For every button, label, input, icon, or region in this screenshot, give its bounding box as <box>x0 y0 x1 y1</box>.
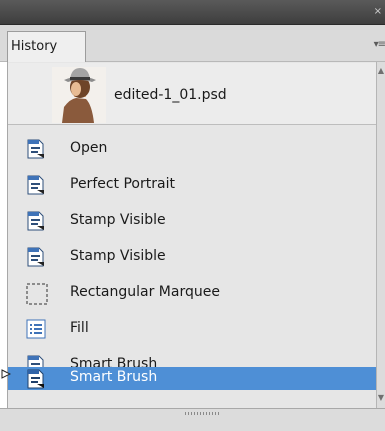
tab-bar: History ▾≡ <box>0 25 385 62</box>
list-icon <box>26 319 46 339</box>
marquee-icon <box>26 283 48 305</box>
history-item-label: Stamp Visible <box>70 248 166 264</box>
history-item-stamp-visible[interactable]: Stamp Visible <box>8 203 376 239</box>
history-item-label: Smart Brush <box>70 369 158 385</box>
photo-thumbnail-icon <box>52 67 106 123</box>
history-item-label: Open <box>70 140 108 156</box>
history-item-stamp-visible[interactable]: Stamp Visible <box>8 239 376 275</box>
scroll-down-icon[interactable]: ▼ <box>378 393 384 402</box>
history-item-fill[interactable]: Fill <box>8 311 376 347</box>
history-state-pointer-icon[interactable] <box>1 368 12 379</box>
scrollbar[interactable] <box>376 62 385 408</box>
snapshot-row[interactable]: edited-1_01.psd <box>8 63 376 125</box>
tab-history[interactable]: History <box>7 31 86 62</box>
scroll-up-icon[interactable]: ▲ <box>378 66 384 75</box>
document-icon <box>26 211 46 231</box>
history-item-label: Rectangular Marquee <box>70 284 220 300</box>
history-item-rectangular-marquee[interactable]: Rectangular Marquee <box>8 275 376 311</box>
document-icon <box>26 369 46 389</box>
history-item-smart-brush-selected[interactable]: Smart Brush <box>8 367 376 390</box>
history-item-open[interactable]: Open <box>8 131 376 167</box>
close-icon[interactable]: × <box>374 6 382 18</box>
panel-bottom-bar <box>0 408 385 431</box>
panel-menu-icon[interactable]: ▾≡ <box>374 39 385 50</box>
resize-grip-icon[interactable] <box>185 412 219 415</box>
history-item-label: Perfect Portrait <box>70 176 175 192</box>
snapshot-name: edited-1_01.psd <box>114 87 227 103</box>
document-icon <box>26 247 46 267</box>
document-icon <box>26 175 46 195</box>
history-item-label: Fill <box>70 320 89 336</box>
history-item-perfect-portrait[interactable]: Perfect Portrait <box>8 167 376 203</box>
panel-titlebar: × <box>0 0 385 25</box>
history-item-label: Stamp Visible <box>70 212 166 228</box>
document-icon <box>26 139 46 159</box>
